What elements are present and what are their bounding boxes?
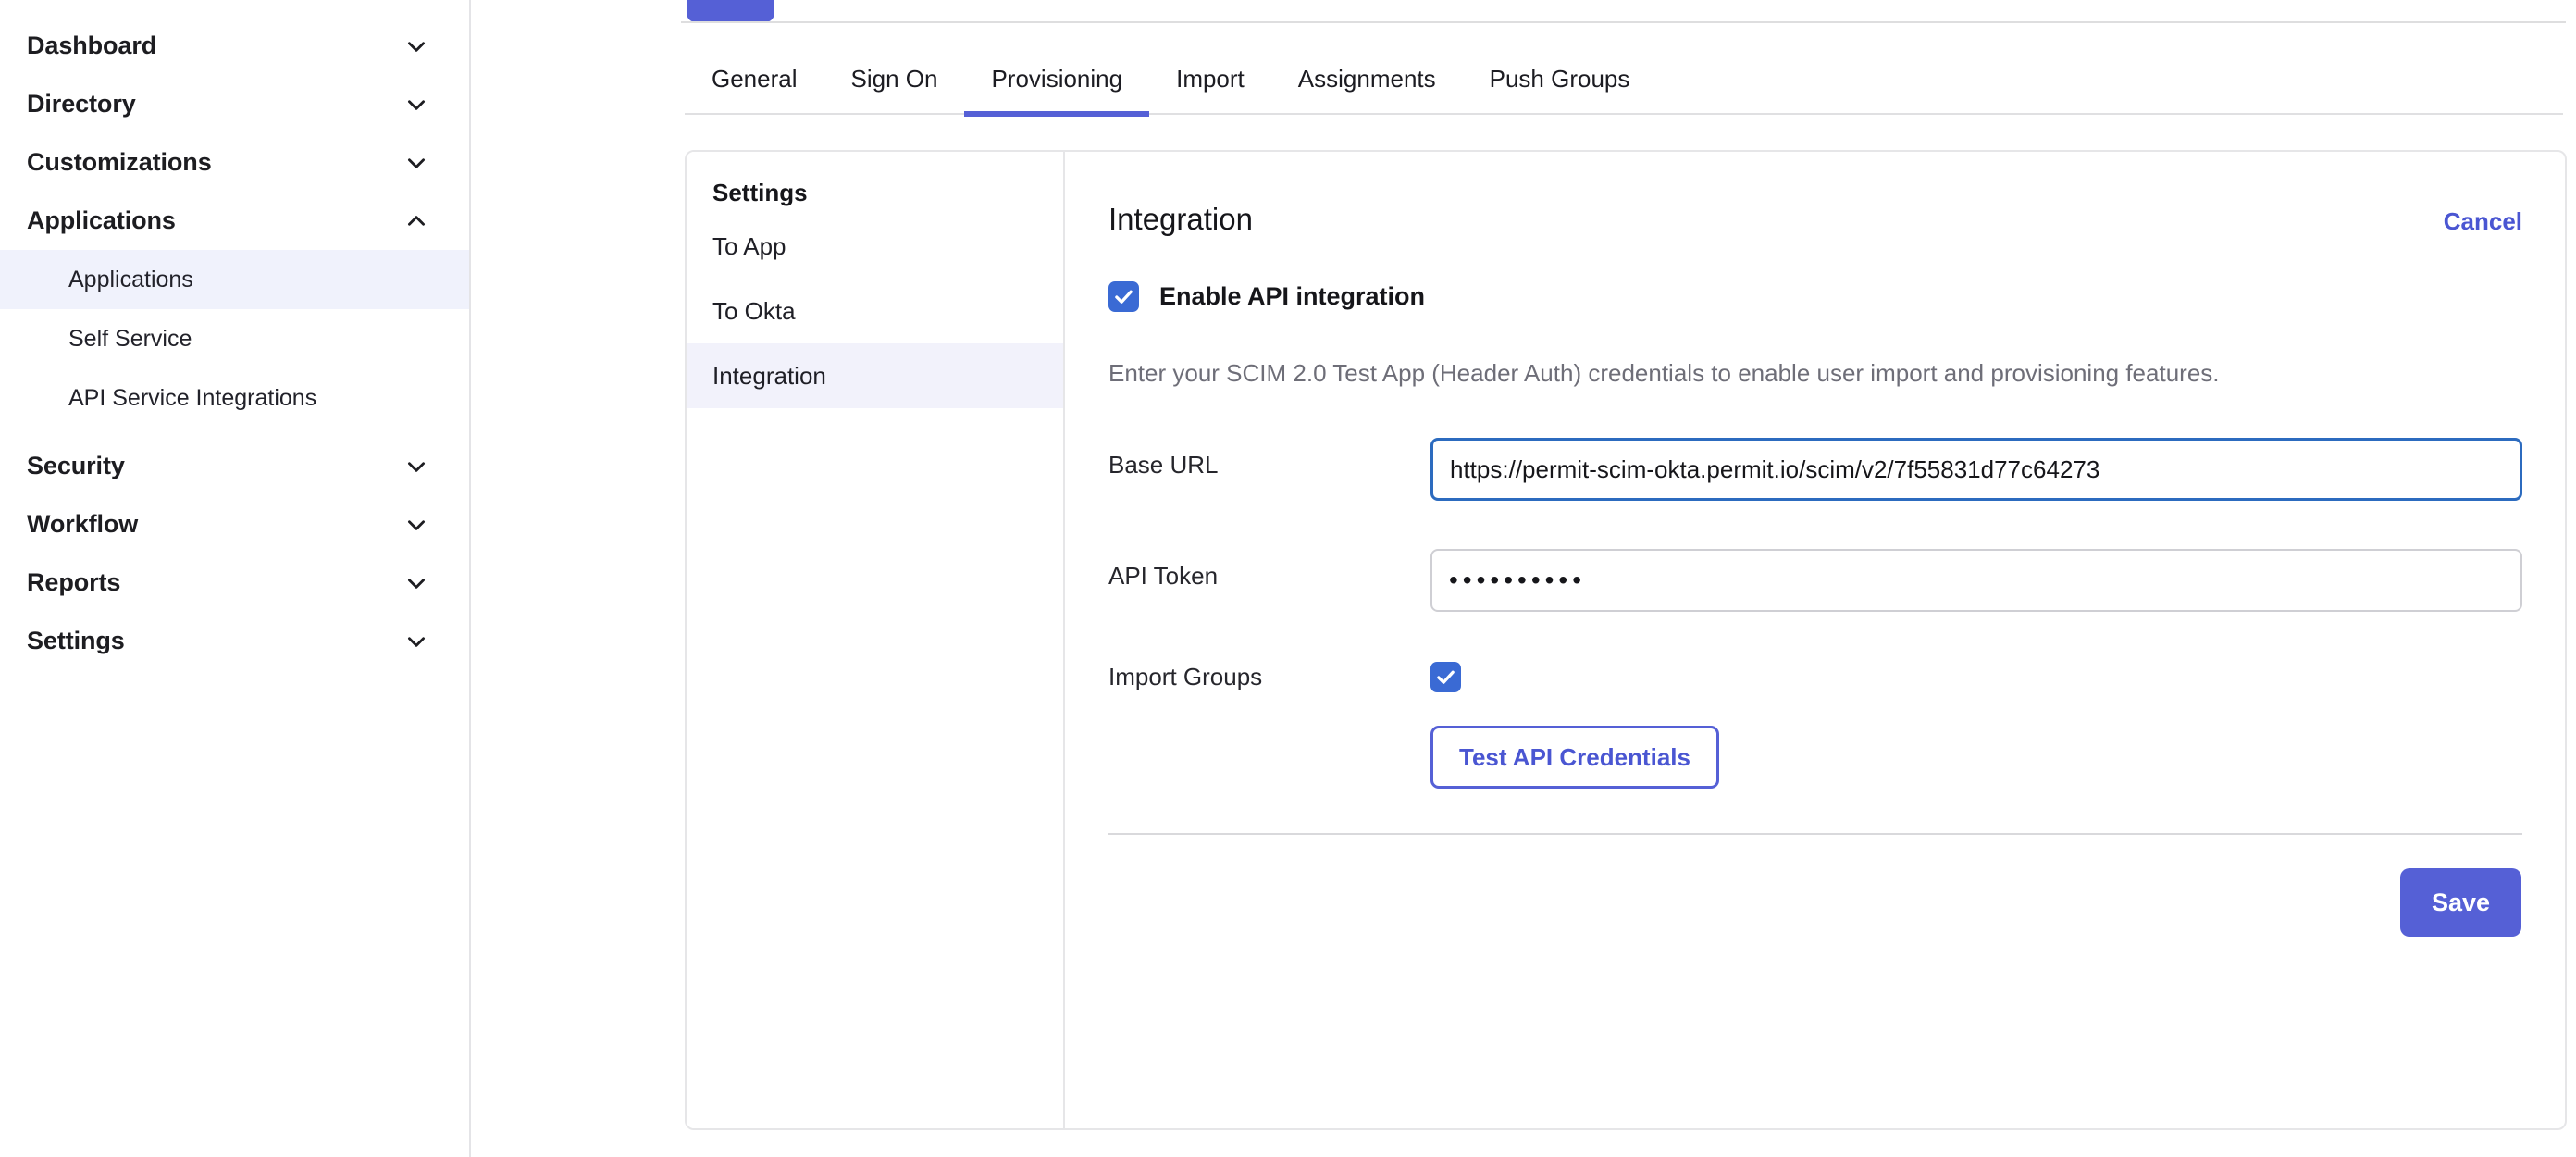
base-url-input[interactable] — [1430, 438, 2522, 501]
sidebar-group-label: Workflow — [27, 510, 138, 539]
sub-nav-item-integration[interactable]: Integration — [687, 343, 1063, 408]
app-tabs: General Sign On Provisioning Import Assi… — [685, 43, 2563, 115]
tab-label: Sign On — [851, 65, 938, 93]
sub-nav-heading: Settings — [687, 171, 1063, 214]
chevron-down-icon[interactable] — [404, 151, 428, 175]
save-button[interactable]: Save — [2400, 868, 2521, 937]
main-content: General Sign On Provisioning Import Assi… — [473, 0, 2576, 1157]
sidebar-group-workflow[interactable]: Workflow — [0, 495, 469, 554]
card-top-edge — [681, 21, 2566, 23]
panel-footer: Save — [1108, 868, 2522, 937]
integration-description: Enter your SCIM 2.0 Test App (Header Aut… — [1108, 356, 2522, 390]
footer-divider — [1108, 833, 2522, 835]
sidebar-group-directory[interactable]: Directory — [0, 75, 469, 133]
base-url-label: Base URL — [1108, 438, 1430, 479]
sidebar-group-applications[interactable]: Applications — [0, 192, 469, 250]
tab-label: Import — [1176, 65, 1245, 93]
provisioning-sub-nav: Settings To App To Okta Integration — [687, 152, 1065, 1128]
import-groups-control — [1430, 662, 2522, 692]
import-groups-row: Import Groups — [1108, 662, 2522, 692]
main-sidebar: Dashboard Directory Customizations Appli… — [0, 0, 471, 1157]
sidebar-group-label: Dashboard — [27, 31, 156, 60]
check-icon — [1113, 286, 1134, 307]
test-credentials-control: Test API Credentials — [1430, 692, 2522, 789]
chevron-down-icon[interactable] — [404, 454, 428, 479]
chevron-up-icon[interactable] — [404, 209, 428, 233]
sidebar-item-label: API Service Integrations — [68, 385, 316, 412]
sub-nav-item-to-okta[interactable]: To Okta — [687, 279, 1063, 343]
base-url-row: Base URL — [1108, 438, 2522, 501]
api-token-row: API Token •••••••••• — [1108, 549, 2522, 612]
enable-api-integration-row: Enable API integration — [1108, 281, 2522, 312]
sub-nav-item-label: To App — [712, 232, 786, 261]
tab-label: Assignments — [1298, 65, 1436, 93]
sidebar-group-dashboard[interactable]: Dashboard — [0, 17, 469, 75]
tab-label: Push Groups — [1490, 65, 1630, 93]
tab-assignments[interactable]: Assignments — [1271, 43, 1463, 115]
tab-sign-on[interactable]: Sign On — [824, 43, 965, 115]
chevron-down-icon[interactable] — [404, 629, 428, 653]
check-icon — [1435, 666, 1456, 688]
chevron-down-icon[interactable] — [404, 34, 428, 58]
okta-admin-console: Dashboard Directory Customizations Appli… — [0, 0, 2576, 1157]
chevron-down-icon[interactable] — [404, 571, 428, 595]
sub-nav-item-label: To Okta — [712, 297, 796, 326]
chevron-down-icon[interactable] — [404, 93, 428, 117]
sidebar-group-security[interactable]: Security — [0, 437, 469, 495]
api-token-label: API Token — [1108, 549, 1430, 591]
provisioning-card: Settings To App To Okta Integration Inte… — [685, 150, 2567, 1130]
api-token-masked-value: •••••••••• — [1432, 551, 1586, 610]
api-token-control: •••••••••• — [1430, 549, 2522, 612]
page-title: Integration — [1108, 202, 1253, 237]
sidebar-item-label: Self Service — [68, 326, 192, 353]
sidebar-spacer — [0, 428, 469, 437]
sidebar-item-applications[interactable]: Applications — [0, 250, 469, 309]
import-groups-label: Import Groups — [1108, 663, 1430, 691]
sidebar-group-reports[interactable]: Reports — [0, 554, 469, 612]
sub-nav-item-to-app[interactable]: To App — [687, 214, 1063, 279]
import-groups-checkbox[interactable] — [1430, 662, 1461, 692]
test-credentials-row: Test API Credentials — [1108, 692, 2522, 789]
sidebar-group-label: Customizations — [27, 148, 212, 177]
sidebar-group-customizations[interactable]: Customizations — [0, 133, 469, 192]
chevron-down-icon[interactable] — [404, 513, 428, 537]
tab-label: General — [712, 65, 798, 93]
sidebar-item-api-service-integrations[interactable]: API Service Integrations — [0, 368, 469, 428]
sub-nav-item-label: Integration — [712, 362, 826, 391]
cancel-button[interactable]: Cancel — [2444, 207, 2522, 236]
api-token-input[interactable]: •••••••••• — [1430, 549, 2522, 612]
enable-api-integration-label: Enable API integration — [1159, 282, 1425, 311]
tab-import[interactable]: Import — [1149, 43, 1271, 115]
tab-general[interactable]: General — [685, 43, 824, 115]
base-url-control — [1430, 438, 2522, 501]
integration-panel: Integration Cancel Enable API integratio… — [1065, 152, 2565, 1128]
test-api-credentials-button[interactable]: Test API Credentials — [1430, 726, 1719, 789]
test-credentials-spacer — [1108, 692, 1430, 705]
tab-label: Provisioning — [991, 65, 1122, 93]
tab-provisioning[interactable]: Provisioning — [964, 43, 1149, 115]
sidebar-group-label: Settings — [27, 627, 125, 655]
sidebar-group-label: Reports — [27, 568, 120, 597]
top-strip — [473, 0, 2576, 23]
sidebar-group-label: Directory — [27, 90, 136, 118]
sidebar-group-label: Security — [27, 452, 125, 480]
sidebar-item-self-service[interactable]: Self Service — [0, 309, 469, 368]
sidebar-group-settings[interactable]: Settings — [0, 612, 469, 670]
enable-api-integration-checkbox[interactable] — [1108, 281, 1139, 312]
panel-header: Integration Cancel — [1108, 189, 2522, 237]
tab-push-groups[interactable]: Push Groups — [1463, 43, 1657, 115]
app-status-pill[interactable] — [687, 0, 774, 22]
sidebar-item-label: Applications — [68, 267, 193, 293]
sidebar-group-label: Applications — [27, 206, 176, 235]
